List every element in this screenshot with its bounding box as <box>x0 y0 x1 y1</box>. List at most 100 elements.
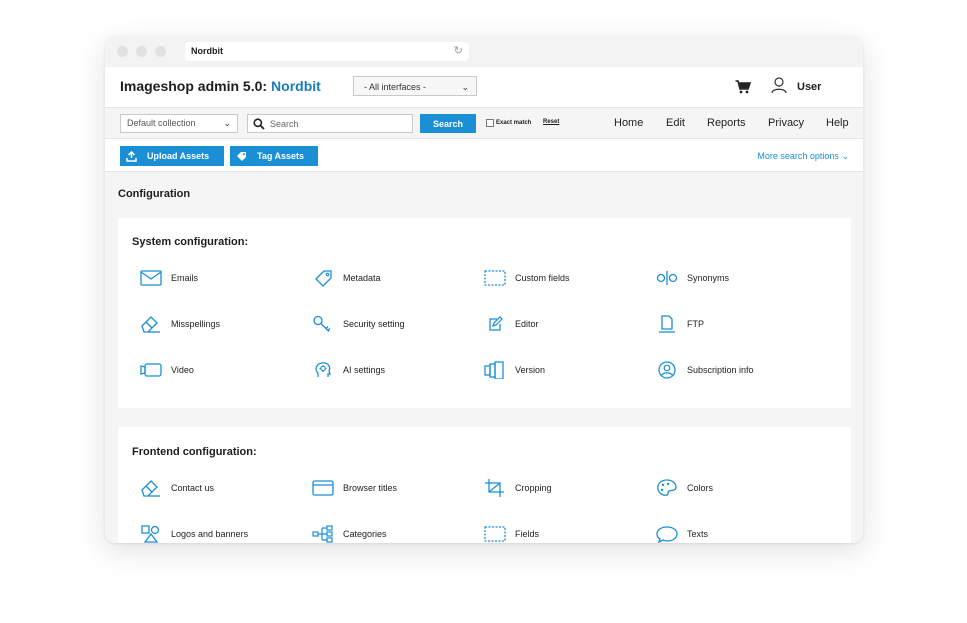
synonyms-icon <box>656 269 678 287</box>
config-item-emails[interactable]: Emails <box>140 269 198 287</box>
config-item-label: Texts <box>687 529 709 539</box>
config-item-label: Version <box>515 365 546 375</box>
browser-titlebar: Nordbit ↻ <box>105 36 863 67</box>
upload-assets-label: Upload Assets <box>147 151 210 161</box>
window-minimize-dot[interactable] <box>136 46 147 57</box>
frontend-configuration-panel: Frontend configuration: Contact us Brows… <box>118 427 851 543</box>
exact-match-option[interactable]: Exact match <box>486 119 531 127</box>
collection-selected-value: Default collection <box>127 118 196 128</box>
browser-window: Nordbit ↻ Imageshop admin 5.0: Nordbit - … <box>105 36 863 543</box>
config-item-label: FTP <box>687 319 704 329</box>
address-text: Nordbit <box>191 46 223 56</box>
search-toolbar: Default collection ⌄ Search Exact match … <box>105 107 863 139</box>
chevron-down-icon: ⌄ <box>223 118 231 128</box>
search-input[interactable] <box>270 116 408 131</box>
window-maximize-dot[interactable] <box>155 46 166 57</box>
upload-assets-button[interactable]: Upload Assets <box>120 146 224 166</box>
config-item-label: Browser titles <box>343 483 398 493</box>
browser-window-icon <box>312 479 334 497</box>
tag-icon <box>312 269 334 287</box>
chevron-down-icon: ⌄ <box>841 151 849 161</box>
envelope-icon <box>140 269 162 287</box>
config-item-colors[interactable]: Colors <box>656 479 713 497</box>
config-item-contact-us[interactable]: Contact us <box>140 479 214 497</box>
page-title: Configuration <box>118 188 191 200</box>
video-icon <box>140 361 162 379</box>
interfaces-selected-value: - All interfaces - <box>364 82 427 92</box>
config-item-browser-titles[interactable]: Browser titles <box>312 479 397 497</box>
hierarchy-icon <box>312 525 334 543</box>
tag-icon <box>237 151 246 161</box>
address-bar[interactable]: Nordbit ↻ <box>185 42 469 61</box>
config-item-subscription-info[interactable]: Subscription info <box>656 361 754 379</box>
ai-head-icon <box>312 361 334 379</box>
nav-help[interactable]: Help <box>826 117 849 129</box>
config-item-misspellings[interactable]: Misspellings <box>140 315 220 333</box>
user-circle-icon <box>656 361 678 379</box>
config-item-logos-and-banners[interactable]: Logos and banners <box>140 525 248 543</box>
nav-home[interactable]: Home <box>614 117 643 129</box>
user-icon[interactable] <box>771 77 787 94</box>
nav-privacy[interactable]: Privacy <box>768 117 804 129</box>
config-item-label: Synonyms <box>687 273 730 283</box>
dashed-box-icon <box>484 269 506 287</box>
config-item-ftp[interactable]: FTP <box>656 315 704 333</box>
nav-reports[interactable]: Reports <box>707 117 746 129</box>
config-item-label: AI settings <box>343 365 386 375</box>
config-item-label: Logos and banners <box>171 529 249 539</box>
config-item-metadata[interactable]: Metadata <box>312 269 381 287</box>
tag-assets-button[interactable]: Tag Assets <box>230 146 318 166</box>
config-item-label: Security setting <box>343 319 405 329</box>
chevron-down-icon: ⌄ <box>461 82 469 92</box>
window-close-dot[interactable] <box>117 46 128 57</box>
config-item-editor[interactable]: Editor <box>484 315 539 333</box>
config-item-custom-fields[interactable]: Custom fields <box>484 269 570 287</box>
palette-icon <box>656 479 678 497</box>
reset-link[interactable]: Reset <box>543 119 559 125</box>
config-item-cropping[interactable]: Cropping <box>484 479 552 497</box>
key-icon <box>312 315 334 333</box>
tag-assets-label: Tag Assets <box>257 151 305 161</box>
config-item-fields[interactable]: Fields <box>484 525 539 543</box>
search-box[interactable] <box>247 114 413 133</box>
config-item-video[interactable]: Video <box>140 361 194 379</box>
brand-name: Nordbit <box>271 78 321 94</box>
more-search-options-link[interactable]: More search options ⌄ <box>757 151 849 162</box>
config-item-categories[interactable]: Categories <box>312 525 387 543</box>
pencil-icon <box>140 479 162 497</box>
collection-select[interactable]: Default collection ⌄ <box>120 114 238 133</box>
config-item-label: Colors <box>687 483 714 493</box>
config-item-synonyms[interactable]: Synonyms <box>656 269 729 287</box>
exact-match-checkbox[interactable] <box>486 119 494 127</box>
app-title-text: Imageshop admin 5.0: <box>120 78 268 94</box>
config-item-label: Emails <box>171 273 199 283</box>
nav-edit[interactable]: Edit <box>666 117 685 129</box>
search-icon <box>253 118 265 130</box>
config-item-label: Subscription info <box>687 365 754 375</box>
crop-icon <box>484 479 506 497</box>
document-icon <box>656 315 678 333</box>
more-search-options-label: More search options <box>757 151 839 161</box>
config-item-label: Categories <box>343 529 387 539</box>
reload-icon[interactable]: ↻ <box>454 42 463 61</box>
config-item-label: Custom fields <box>515 273 570 283</box>
frontend-configuration-title: Frontend configuration: <box>132 446 257 458</box>
version-icon <box>484 361 506 379</box>
config-item-label: Video <box>171 365 194 375</box>
config-item-label: Contact us <box>171 483 215 493</box>
config-item-version[interactable]: Version <box>484 361 545 379</box>
app-header: Imageshop admin 5.0: Nordbit - All interf… <box>105 67 863 107</box>
config-item-label: Cropping <box>515 483 552 493</box>
interfaces-select[interactable]: - All interfaces - ⌄ <box>353 76 477 96</box>
user-label[interactable]: User <box>797 81 821 93</box>
config-item-ai-settings[interactable]: AI settings <box>312 361 385 379</box>
config-item-security-setting[interactable]: Security setting <box>312 315 405 333</box>
edit-icon <box>484 315 506 333</box>
config-item-label: Misspellings <box>171 319 221 329</box>
eraser-icon <box>140 315 162 333</box>
dashed-box-icon <box>484 525 506 543</box>
config-item-texts[interactable]: Texts <box>656 525 708 543</box>
cart-icon[interactable] <box>735 80 751 94</box>
exact-match-label: Exact match <box>496 120 532 126</box>
search-button[interactable]: Search <box>420 114 476 133</box>
